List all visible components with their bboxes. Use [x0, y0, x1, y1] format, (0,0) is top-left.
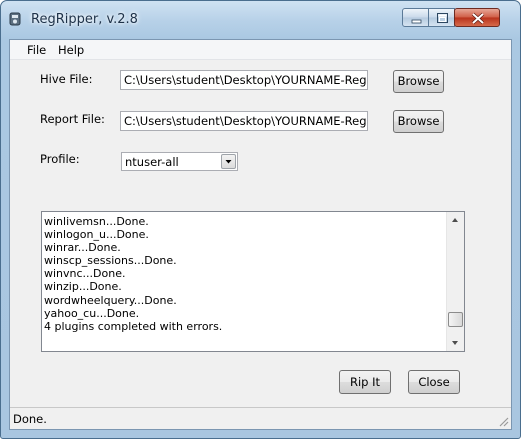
close-window-button[interactable] — [454, 8, 500, 27]
status-text: Done. — [13, 412, 47, 426]
chevron-down-icon — [225, 160, 232, 164]
log-line: winscp_sessions...Done. — [44, 254, 177, 268]
menu-help[interactable]: Help — [58, 43, 84, 57]
log-line: winlogon_u...Done. — [44, 228, 149, 242]
profile-dropdown[interactable]: ntuser-all — [121, 152, 238, 171]
minimize-button[interactable] — [402, 8, 429, 27]
regripper-app-icon — [9, 12, 21, 26]
report-file-label: Report File: — [40, 112, 105, 126]
regripper-window: RegRipper, v.2.8 File Help Hive File: C:… — [0, 0, 521, 439]
log-line: winvnc...Done. — [44, 267, 126, 281]
maximize-icon — [437, 13, 448, 23]
report-browse-button[interactable]: Browse — [393, 110, 444, 133]
hive-file-input[interactable]: C:\Users\student\Desktop\YOURNAME-Regist… — [120, 70, 368, 90]
log-line: winzip...Done. — [44, 280, 122, 294]
log-line: winlivemsn...Done. — [44, 215, 149, 228]
close-button[interactable]: Close — [408, 370, 460, 394]
menu-bar: File Help — [10, 40, 511, 60]
client-area: File Help Hive File: C:\Users\student\De… — [9, 39, 512, 430]
output-log[interactable]: winlivemsn...Done. winlogon_u...Done. winr… — [41, 211, 465, 352]
dropdown-arrow-button[interactable] — [221, 154, 236, 169]
log-line: yahoo_cu...Done. — [44, 306, 140, 320]
report-file-input[interactable]: C:\Users\student\Desktop\YOURNAME-RegRip… — [120, 111, 368, 131]
minimize-icon — [411, 19, 422, 24]
log-line: wordwheelquery...Done. — [44, 293, 177, 307]
status-bar: Done. — [10, 407, 511, 429]
resize-grip-icon[interactable] — [497, 415, 509, 427]
rip-it-button[interactable]: Rip It — [339, 370, 391, 394]
hive-browse-button[interactable]: Browse — [393, 70, 444, 93]
hive-file-label: Hive File: — [40, 72, 93, 86]
scroll-down-arrow-icon[interactable] — [447, 336, 464, 350]
scroll-thumb[interactable] — [448, 312, 463, 327]
profile-selected-value: ntuser-all — [125, 155, 179, 169]
maximize-button[interactable] — [428, 8, 455, 27]
log-line: 4 plugins completed with errors. — [44, 319, 223, 333]
log-lines: winlivemsn...Done. winlogon_u...Done. winr… — [44, 215, 446, 333]
log-line: winrar...Done. — [44, 241, 121, 255]
menu-file[interactable]: File — [27, 43, 46, 57]
log-scrollbar[interactable] — [446, 212, 464, 351]
window-title: RegRipper, v.2.8 — [31, 12, 138, 27]
scroll-up-arrow-icon[interactable] — [447, 213, 464, 227]
profile-label: Profile: — [40, 152, 80, 166]
title-bar[interactable]: RegRipper, v.2.8 — [1, 1, 520, 39]
close-icon — [471, 12, 485, 25]
